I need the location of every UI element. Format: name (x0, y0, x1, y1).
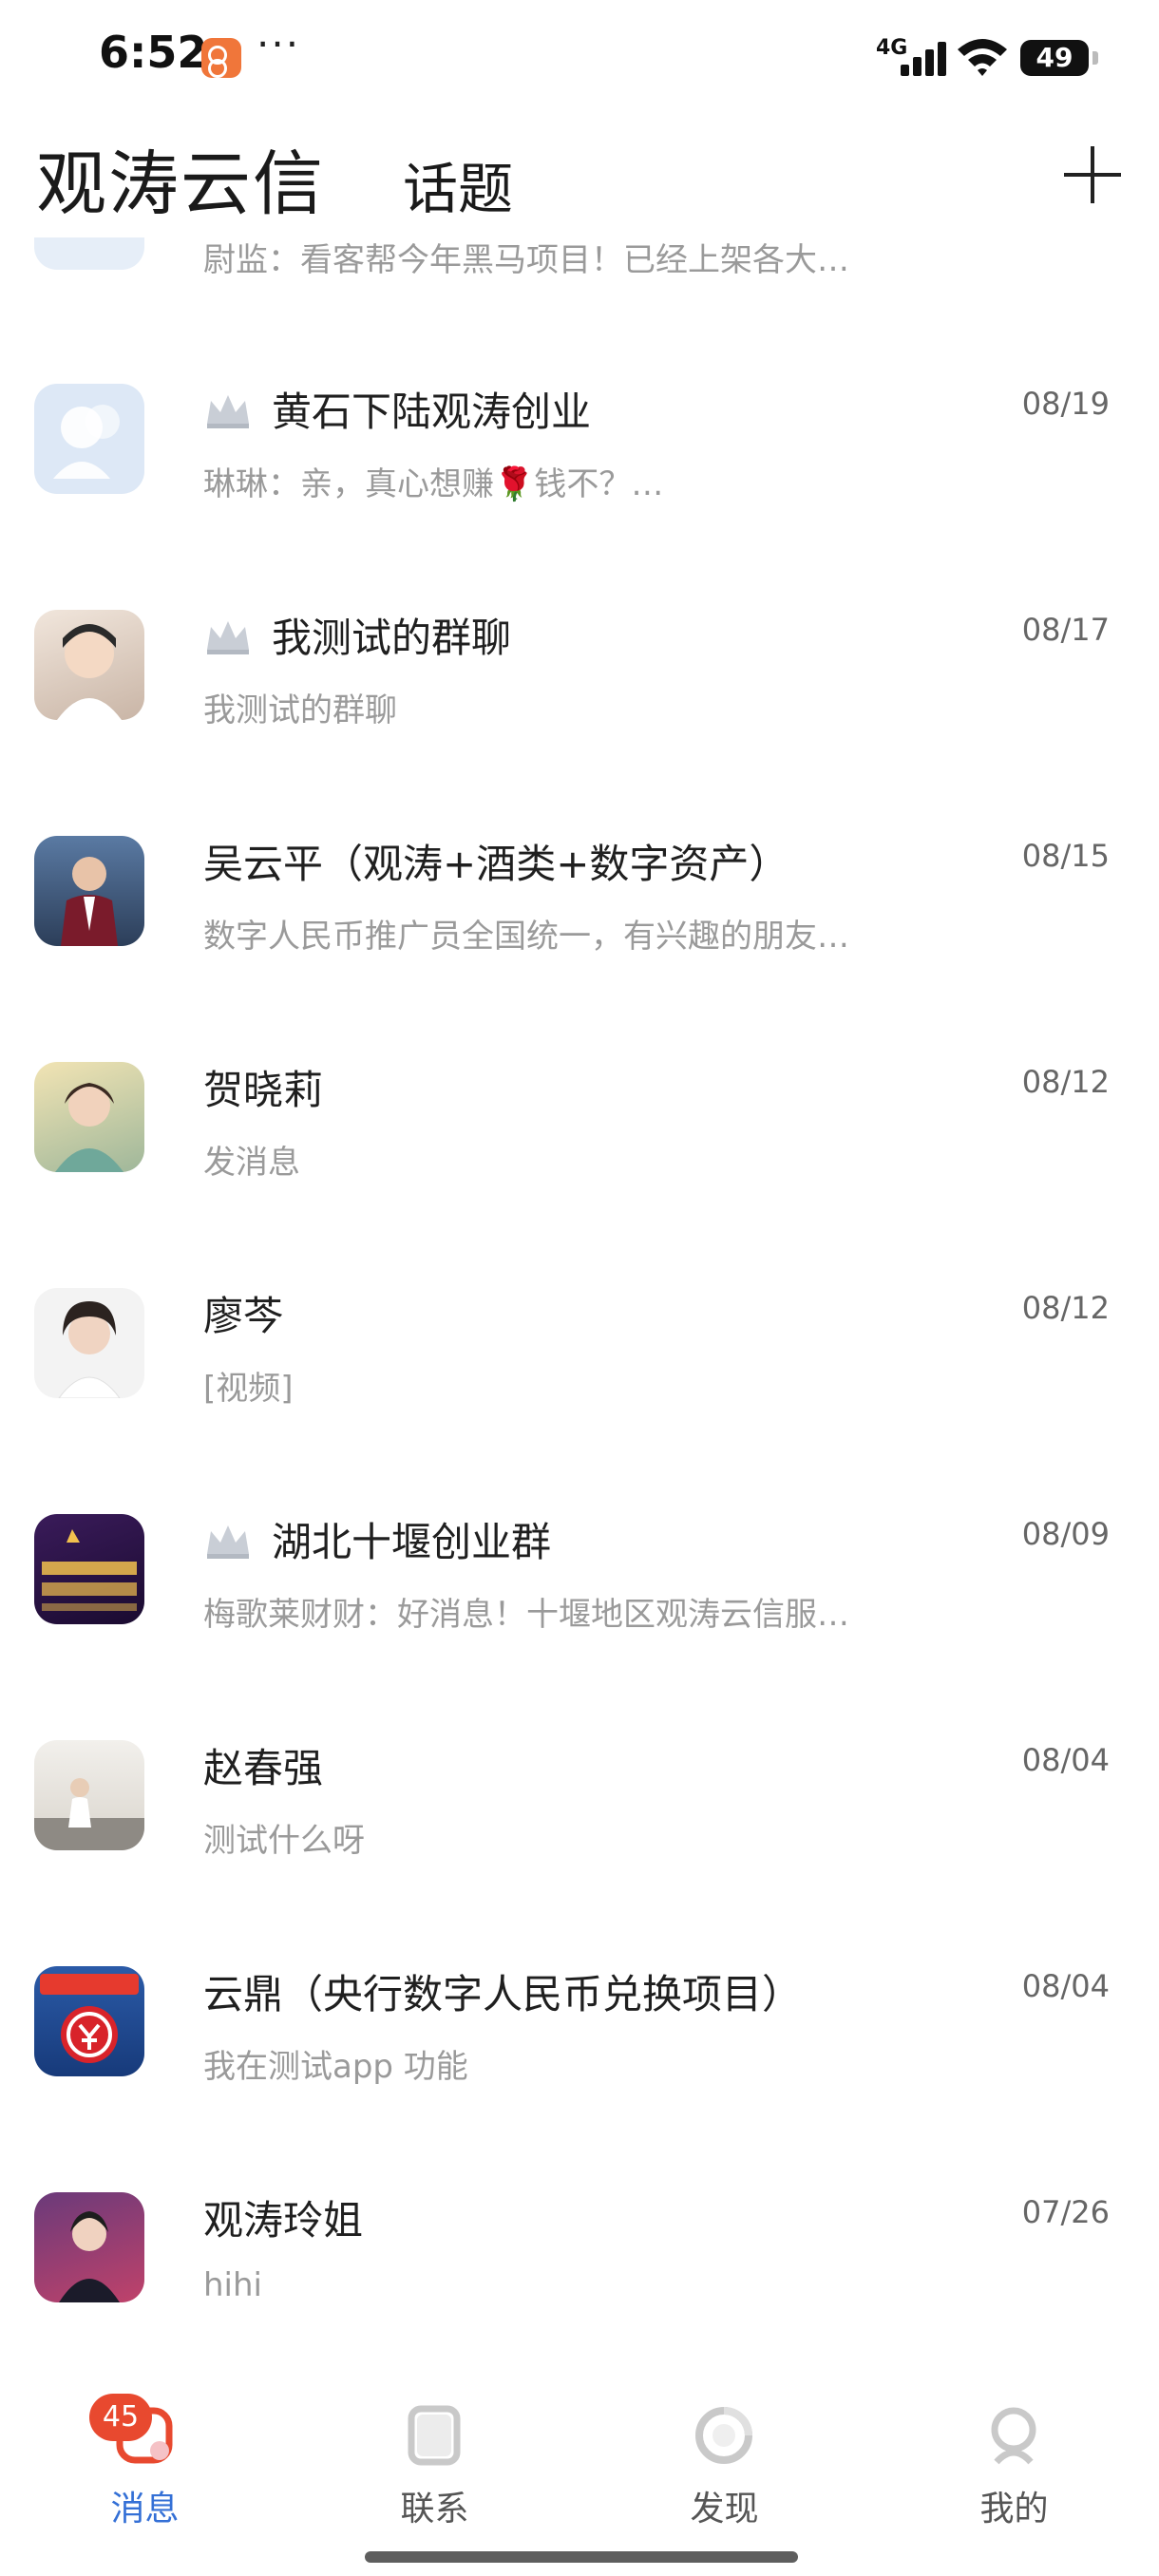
conversation-name-text: 我测试的群聊 (272, 615, 512, 661)
wifi-icon (958, 39, 1007, 76)
conversation-date: 08/09 (1021, 1516, 1110, 1552)
group-avatar (34, 1966, 144, 2076)
conversation-preview: 尉监：看客帮今年黑马项目！已经上架各大… (203, 241, 849, 279)
conversation-date: 08/12 (1021, 1290, 1110, 1326)
unread-badge: 45 (89, 2394, 152, 2441)
conversation-preview: 数字人民币推广员全国统一，有兴趣的朋友… (203, 918, 849, 956)
user-avatar (34, 1740, 144, 1850)
tab-discover[interactable]: 发现 (580, 2356, 869, 2529)
conversation-row[interactable]: 吴云平（观涛+酒类+数字资产） 08/15 数字人民币推广员全国统一，有兴趣的朋… (0, 788, 1159, 1013)
conversation-preview: 我在测试app 功能 (203, 2048, 468, 2086)
status-bar: 6:52 ··· 4G 49 (0, 0, 1159, 114)
tab-label: 我的 (979, 2490, 1049, 2529)
home-indicator[interactable] (365, 2551, 798, 2563)
conversation-date: 08/19 (1021, 386, 1110, 422)
conversation-row[interactable]: 云鼎（央行数字人民币兑换项目） 08/04 我在测试app 功能 (0, 1919, 1159, 2143)
conversation-preview: 琳琳：亲，真心想赚🌹钱不？… (203, 465, 664, 503)
conversation-name: 吴云平（观涛+酒类+数字资产） (203, 841, 789, 887)
app-title: 观涛云信 (36, 143, 325, 225)
conversation-row[interactable]: 湖北十堰创业群 08/09 梅歌莱财财：好消息！十堰地区观涛云信服… (0, 1467, 1159, 1691)
conversation-list[interactable]: 尉监：看客帮今年黑马项目！已经上架各大… 黄石下陆观涛创业 08/19 琳琳：亲… (0, 114, 1159, 2318)
user-avatar (34, 2192, 144, 2302)
signal-icon (901, 38, 952, 76)
conversation-name-text: 湖北十堰创业群 (272, 1519, 552, 1565)
crown-icon (207, 395, 249, 428)
conversation-preview: 梅歌莱财财：好消息！十堰地区观涛云信服… (203, 1596, 849, 1634)
user-avatar (34, 1062, 144, 1172)
battery-icon: 49 (1020, 40, 1089, 76)
conversation-date: 08/04 (1021, 1968, 1110, 2004)
conversation-date: 08/17 (1021, 612, 1110, 648)
tab-messages[interactable]: 45 消息 (0, 2356, 290, 2529)
conversation-date: 08/12 (1021, 1064, 1110, 1100)
tab-label: 发现 (690, 2490, 759, 2529)
tab-profile[interactable]: 我的 (869, 2356, 1159, 2529)
conversation-preview: hihi (203, 2266, 262, 2304)
conversation-preview: [视频] (203, 1370, 294, 1408)
user-avatar (34, 1288, 144, 1398)
conversation-date: 08/04 (1021, 1742, 1110, 1778)
user-avatar (34, 610, 144, 720)
discover-icon (695, 2407, 752, 2464)
bottom-tab-bar: 45 消息 联系 发现 我的 (0, 2356, 1159, 2576)
conversation-name: 赵春强 (203, 1745, 324, 1791)
conversation-name-text: 黄石下陆观涛创业 (272, 388, 592, 435)
add-button[interactable] (1056, 139, 1129, 211)
conversation-row[interactable]: 贺晓莉 08/12 发消息 (0, 1014, 1159, 1239)
conversation-name: 云鼎（央行数字人民币兑换项目） (203, 1971, 803, 2017)
group-avatar (34, 384, 144, 494)
conversation-preview: 测试什么呀 (203, 1822, 365, 1860)
user-avatar (34, 836, 144, 946)
battery-tip (1092, 51, 1098, 65)
conversation-name: 观涛玲姐 (203, 2197, 364, 2244)
conversation-row[interactable]: 我测试的群聊 08/17 我测试的群聊 (0, 562, 1159, 786)
conversation-name: 黄石下陆观涛创业 (203, 380, 591, 438)
tab-contacts[interactable]: 联系 (290, 2356, 580, 2529)
conversation-preview: 发消息 (203, 1144, 300, 1182)
conversation-name: 贺晓莉 (203, 1067, 324, 1113)
conversation-name: 我测试的群聊 (203, 606, 511, 664)
conversation-row[interactable]: 黄石下陆观涛创业 08/19 琳琳：亲，真心想赚🌹钱不？… (0, 336, 1159, 560)
app-header: 观涛云信 话题 (0, 114, 1159, 237)
conversation-name: 湖北十堰创业群 (203, 1510, 551, 1568)
crown-icon (207, 621, 249, 654)
conversation-name: 廖芩 (203, 1293, 284, 1339)
profile-icon (991, 2407, 1036, 2465)
app-notification-icon (201, 38, 241, 78)
conversation-row[interactable]: 廖芩 08/12 [视频] (0, 1241, 1159, 1465)
conversation-date: 07/26 (1021, 2194, 1110, 2230)
more-notifications-icon: ··· (256, 21, 301, 67)
tab-label: 消息 (110, 2490, 180, 2529)
conversation-date: 08/15 (1021, 838, 1110, 874)
status-time: 6:52 (99, 27, 208, 78)
conversation-preview: 我测试的群聊 (203, 691, 397, 729)
conversation-row[interactable]: 观涛玲姐 07/26 hihi (0, 2145, 1159, 2318)
crown-icon (207, 1525, 249, 1559)
tab-label: 联系 (400, 2490, 469, 2529)
contacts-icon (408, 2405, 461, 2466)
conversation-row[interactable]: 赵春强 08/04 测试什么呀 (0, 1693, 1159, 1917)
tab-topics[interactable]: 话题 (403, 144, 513, 224)
group-avatar (34, 1514, 144, 1624)
